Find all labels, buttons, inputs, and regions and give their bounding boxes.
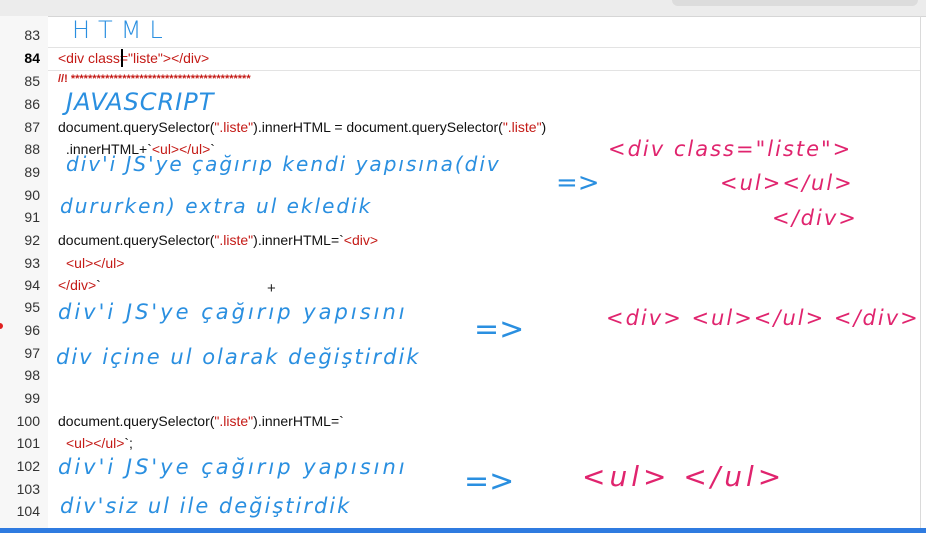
handwritten-js-heading: JAVASCRIPT — [66, 88, 215, 116]
line-number-gutter — [0, 16, 48, 528]
code-line-92[interactable]: document.querySelector(".liste").innerHT… — [58, 232, 378, 248]
code-line-87[interactable]: document.querySelector(".liste").innerHT… — [58, 119, 546, 135]
code-token: ).innerHTML=` — [253, 232, 344, 248]
handwritten-result-1-line-3: </div> — [772, 206, 858, 230]
line-number: 85 — [24, 73, 40, 89]
handwritten-arrow-2: => — [474, 312, 525, 347]
handwritten-html-heading: HTML — [72, 16, 171, 44]
top-scroll-handle[interactable] — [672, 0, 918, 6]
handwritten-note-1-line-1: div'i JS'ye çağırıp kendi yapısına(div — [66, 152, 501, 176]
handwritten-arrow-1: => — [556, 168, 600, 198]
mouse-crosshair-icon: + — [267, 280, 276, 297]
code-line-100[interactable]: document.querySelector(".liste").innerHT… — [58, 413, 344, 429]
line-number: 86 — [24, 96, 40, 112]
handwritten-result-1-line-1: <div class="liste"> — [608, 137, 853, 161]
line-number: 92 — [24, 232, 40, 248]
handwritten-note-3-line-1: div'i JS'ye çağırıp yapısını — [58, 455, 408, 479]
handwritten-result-2: <div> <ul></ul> </div> — [606, 306, 920, 330]
line-number: 94 — [24, 277, 40, 293]
line-number: 100 — [16, 413, 40, 429]
line-number: 97 — [24, 345, 40, 361]
line-number: 83 — [24, 27, 40, 43]
code-line-84[interactable]: <div class="liste"></div> — [58, 50, 209, 66]
code-string: ".liste" — [214, 232, 254, 248]
handwritten-note-2-line-1: div'i JS'ye çağırıp yapısını — [58, 300, 408, 324]
code-token: ).innerHTML=` — [253, 413, 344, 429]
code-string: ".liste" — [214, 413, 254, 429]
code-token: </div> — [58, 277, 97, 293]
handwritten-arrow-3: => — [464, 464, 515, 499]
line-number: 101 — [16, 435, 40, 451]
code-token: ).innerHTML = document.querySelector( — [253, 119, 503, 135]
code-token: ></div> — [162, 50, 210, 66]
line-number: 103 — [16, 481, 40, 497]
code-line-93[interactable]: <ul></ul> — [66, 255, 124, 271]
bottom-status-bar — [0, 528, 926, 533]
code-token: <ul></ul> — [66, 435, 125, 451]
code-token: document.querySelector( — [58, 232, 215, 248]
line-number: 89 — [24, 164, 40, 180]
line-number: 88 — [24, 141, 40, 157]
window-top-bar — [0, 0, 926, 17]
code-token: <div class= — [58, 50, 129, 66]
handwritten-result-1-line-2: <ul></ul> — [720, 171, 854, 195]
handwritten-note-1-line-2: dururken) extra ul ekledik — [60, 194, 373, 218]
handwritten-note-3-line-2: div'siz ul ile değiştirdik — [60, 494, 352, 518]
code-token: ` — [96, 277, 101, 293]
line-number: 102 — [16, 458, 40, 474]
editor-margin-line — [920, 16, 921, 528]
code-string: ".liste" — [502, 119, 542, 135]
code-token: document.querySelector( — [58, 413, 215, 429]
code-line-85-comment[interactable]: //! ************************************… — [58, 73, 251, 85]
code-token: ) — [541, 119, 547, 135]
text-cursor — [121, 49, 123, 67]
line-number: 91 — [24, 209, 40, 225]
code-string: "liste" — [128, 50, 163, 66]
code-string: ".liste" — [214, 119, 254, 135]
line-number: 98 — [24, 367, 40, 383]
code-line-101[interactable]: <ul></ul>`; — [66, 435, 133, 451]
line-number: 84 — [24, 50, 40, 66]
code-token: <div> — [343, 232, 379, 248]
line-number: 96 — [24, 322, 40, 338]
line-number: 87 — [24, 119, 40, 135]
code-line-94[interactable]: </div>` — [58, 277, 101, 293]
line-number: 90 — [24, 187, 40, 203]
line-number: 104 — [16, 503, 40, 519]
code-token: document.querySelector( — [58, 119, 215, 135]
line-number: 99 — [24, 390, 40, 406]
handwritten-result-3: <ul> </ul> — [582, 460, 786, 493]
line-number: 93 — [24, 255, 40, 271]
code-token: `; — [124, 435, 133, 451]
line-number: 95 — [24, 299, 40, 315]
handwritten-note-2-line-2: div içine ul olarak değiştirdik — [56, 345, 421, 369]
